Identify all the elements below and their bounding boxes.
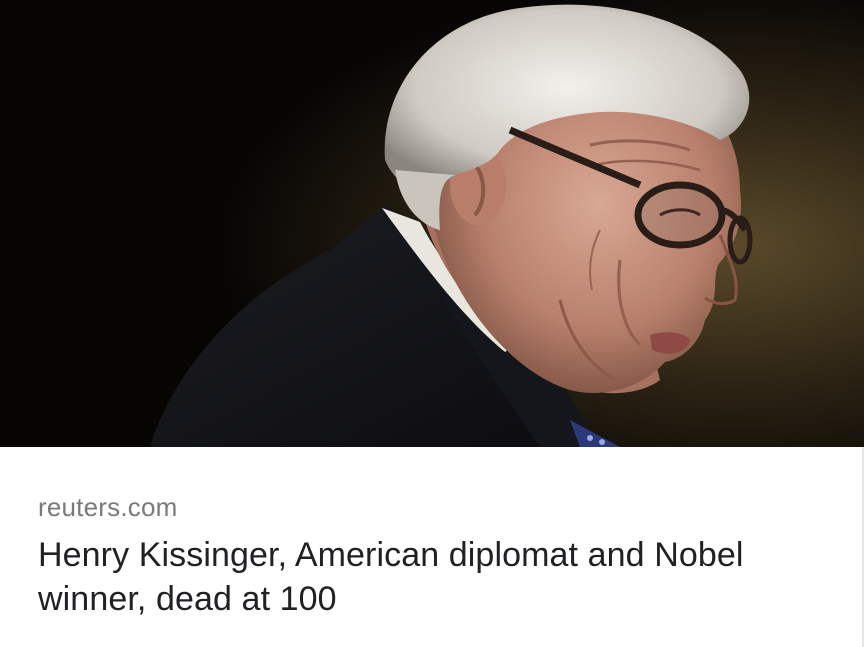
- source-domain: reuters.com: [38, 492, 178, 522]
- portrait-photo-icon: [0, 0, 864, 447]
- link-preview-card[interactable]: reuters.com Henry Kissinger, American di…: [0, 0, 864, 647]
- article-headline[interactable]: Henry Kissinger, American diplomat and N…: [38, 533, 818, 621]
- article-caption[interactable]: reuters.com Henry Kissinger, American di…: [38, 447, 834, 647]
- article-photo[interactable]: [0, 0, 864, 447]
